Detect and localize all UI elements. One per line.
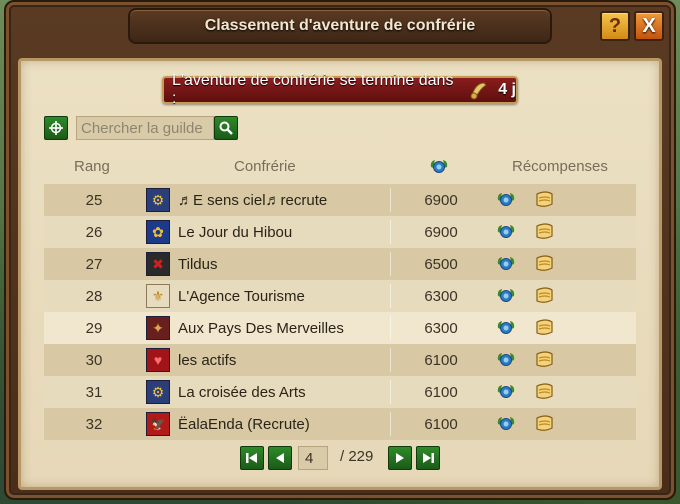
table-row[interactable]: 32 🦅 ËalaEnda (Recrute) 6100 [44,408,636,440]
previous-page-button[interactable] [268,446,292,470]
medal-reward-icon[interactable] [493,347,519,373]
rank-cell: 26 [85,223,103,241]
guild-column-header: Confrérie [234,158,296,175]
table-row[interactable]: 25 ⚙ ♬E sens ciel♬recrute 6900 [44,184,636,216]
medal-reward-icon[interactable] [493,283,519,309]
blueprint-scroll-icon[interactable] [531,219,557,245]
guild-emblem-icon: ⚙ [146,188,170,212]
score-cell: 6100 [424,351,458,369]
medal-reward-icon[interactable] [493,379,519,405]
score-cell: 6300 [424,287,458,305]
crosshair-icon [49,121,63,135]
window-title: Classement d'aventure de confrérie [204,17,476,34]
blueprint-scroll-icon[interactable] [531,251,557,277]
last-page-button[interactable] [416,446,440,470]
page-number-input[interactable] [298,446,328,470]
rank-cell: 25 [85,191,103,209]
help-button[interactable]: ? [600,11,630,41]
blueprint-scroll-icon[interactable] [531,411,557,437]
skip-last-icon [423,453,434,463]
guild-emblem-icon: ♥ [146,348,170,372]
blueprint-scroll-icon[interactable] [531,187,557,213]
guild-emblem-icon: ✦ [146,316,170,340]
score-cell: 6500 [424,255,458,273]
first-page-button[interactable] [240,446,264,470]
medal-reward-icon[interactable] [493,251,519,277]
guild-name: La croisée des Arts [178,383,306,401]
next-page-button[interactable] [388,446,412,470]
guild-name: Le Jour du Hibou [178,223,293,241]
search-button[interactable] [214,116,238,140]
guild-name: Aux Pays Des Merveilles [178,319,344,337]
table-row[interactable]: 31 ⚙ La croisée des Arts 6100 [44,376,636,408]
rank-cell: 30 [85,351,103,369]
rank-cell: 32 [85,415,103,433]
skip-first-icon [246,453,257,463]
table-row[interactable]: 30 ♥ les actifs 6100 [44,344,636,376]
score-cell: 6900 [424,223,458,241]
banner-text: L'aventure de confrérie se termine dans … [172,72,454,107]
guild-name: ♬E sens ciel♬recrute [178,191,328,209]
scroll-icon [468,79,490,101]
blueprint-scroll-icon[interactable] [531,379,557,405]
guild-name: Tildus [178,255,218,273]
guild-name: ËalaEnda (Recrute) [178,415,310,433]
ranking-table: 25 ⚙ ♬E sens ciel♬recrute 6900 26 ✿ Le J… [44,184,636,440]
guild-name: les actifs [178,351,237,369]
guild-emblem-icon: ✖ [146,252,170,276]
score-cell: 6100 [424,383,458,401]
chevron-right-icon [396,453,404,463]
close-icon: X [642,14,656,37]
title-bar: Classement d'aventure de confrérie [128,8,552,44]
medal-reward-icon[interactable] [493,219,519,245]
close-button[interactable]: X [634,11,664,41]
table-row[interactable]: 26 ✿ Le Jour du Hibou 6900 [44,216,636,248]
locate-own-guild-button[interactable] [44,116,68,140]
medal-reward-icon[interactable] [493,315,519,341]
score-cell: 6100 [424,415,458,433]
search-icon [219,121,233,135]
table-row[interactable]: 28 ⚜ L'Agence Tourisme 6300 [44,280,636,312]
chevron-left-icon [276,453,284,463]
rank-cell: 27 [85,255,103,273]
help-icon: ? [608,14,622,37]
rank-cell: 28 [85,287,103,305]
score-cell: 6300 [424,319,458,337]
guild-emblem-icon: ⚜ [146,284,170,308]
guild-emblem-icon: ⚙ [146,380,170,404]
rank-column-header: Rang [74,158,110,175]
rank-cell: 31 [85,383,103,401]
guild-emblem-icon: ✿ [146,220,170,244]
blueprint-scroll-icon[interactable] [531,315,557,341]
table-row[interactable]: 27 ✖ Tildus 6500 [44,248,636,280]
end-time-banner: L'aventure de confrérie se termine dans … [162,72,518,107]
remaining-time: 4 j [498,81,516,98]
guild-emblem-icon: 🦅 [146,412,170,436]
blueprint-scroll-icon[interactable] [531,347,557,373]
table-row-own-guild[interactable]: 29 ✦ Aux Pays Des Merveilles 6300 [44,312,636,344]
rewards-column-header: Récompenses [512,158,608,175]
medal-reward-icon[interactable] [493,411,519,437]
rank-cell: 29 [85,319,103,337]
medal-reward-icon[interactable] [493,187,519,213]
blueprint-scroll-icon[interactable] [531,283,557,309]
medal-score-icon [428,157,450,181]
score-cell: 6900 [424,191,458,209]
page-total: / 229 [340,448,374,465]
guild-name: L'Agence Tourisme [178,287,305,305]
guild-search-input[interactable] [76,116,214,140]
